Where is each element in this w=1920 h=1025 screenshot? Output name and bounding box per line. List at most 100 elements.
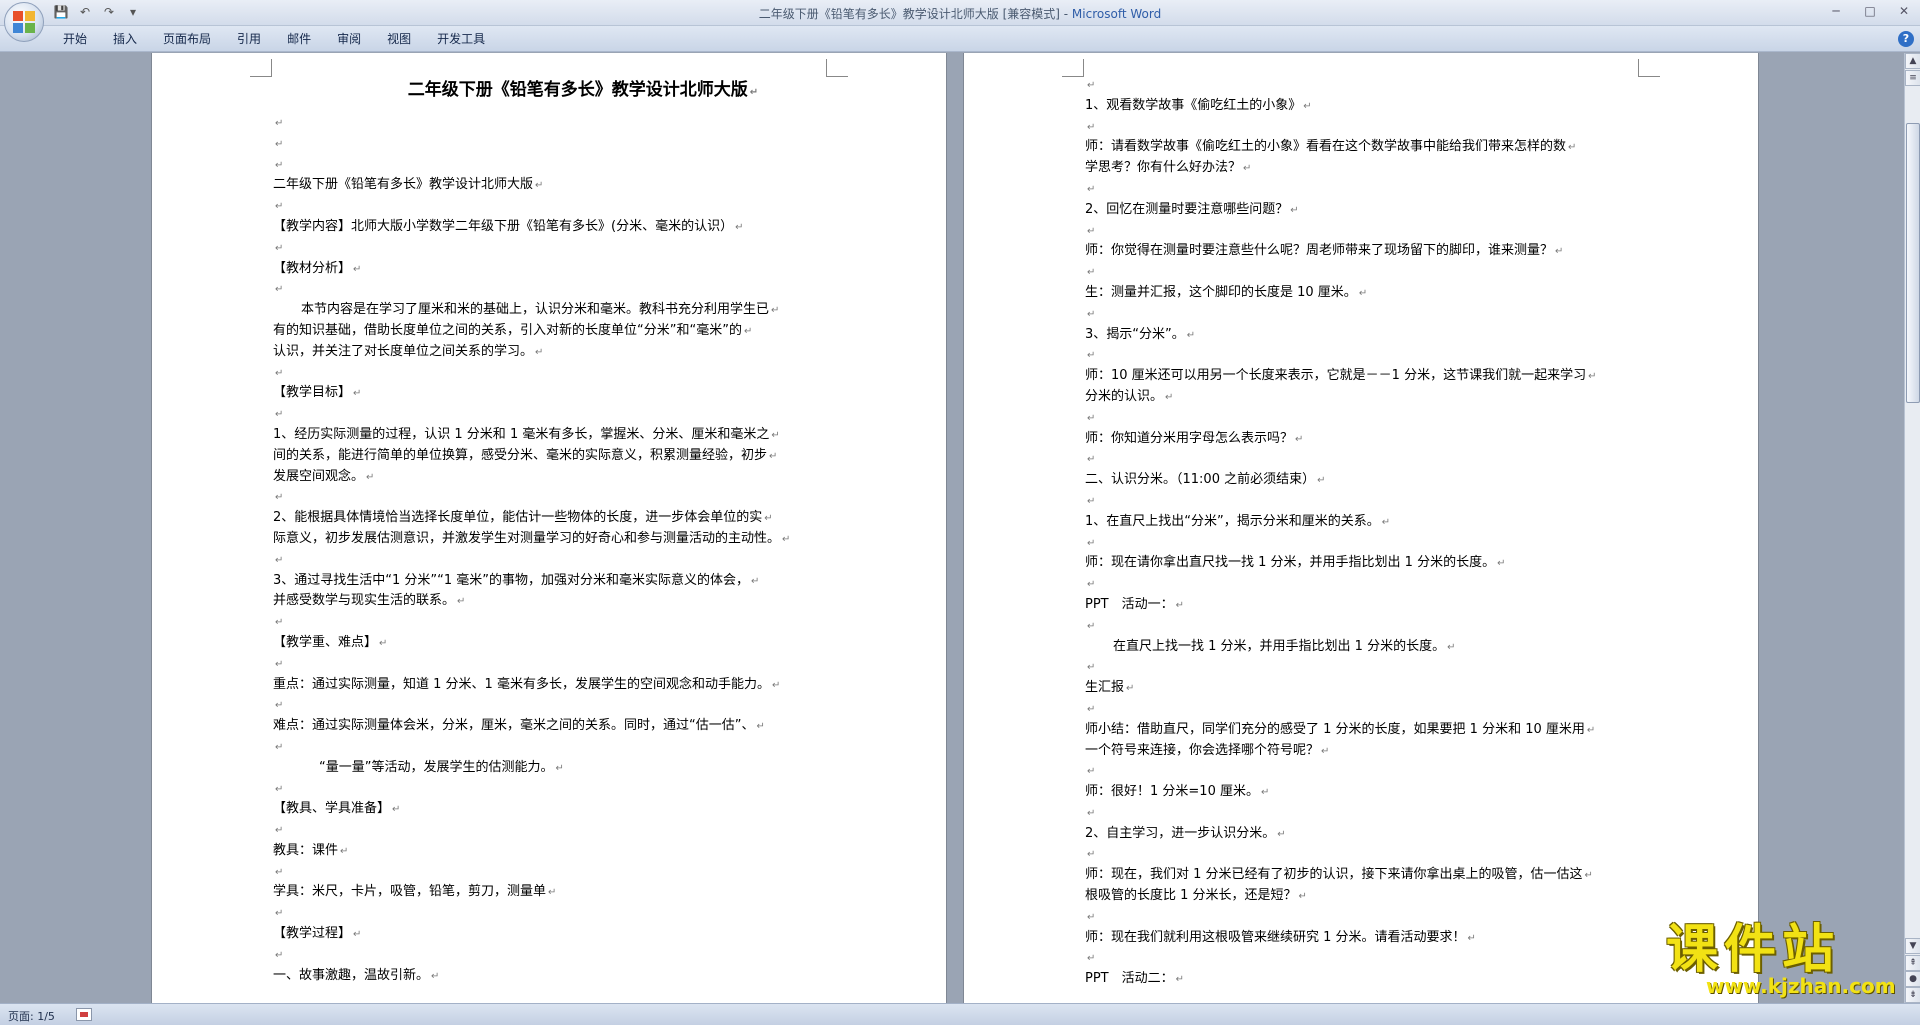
paragraph-mark: ↵ bbox=[275, 658, 284, 670]
text-line: 【教具、学具准备】 ↵ bbox=[273, 799, 833, 820]
paragraph-mark: ↵ bbox=[275, 138, 284, 150]
paragraph-mark: ↵ bbox=[1186, 329, 1196, 341]
tab-1[interactable]: 插入 bbox=[100, 26, 150, 52]
paragraph-mark: ↵ bbox=[1555, 246, 1564, 258]
paragraph-mark: ↵ bbox=[751, 575, 760, 587]
empty-paragraph: ↵ bbox=[1085, 345, 1645, 366]
text-line: 师：你知道分米用字母怎么表示吗？ ↵ bbox=[1085, 429, 1645, 450]
empty-paragraph: ↵ bbox=[273, 945, 833, 966]
paragraph-mark: ↵ bbox=[1087, 807, 1096, 819]
empty-paragraph: ↵ bbox=[273, 695, 833, 716]
paragraph-mark: ↵ bbox=[1087, 662, 1096, 674]
paragraph-mark: ↵ bbox=[275, 617, 284, 629]
paragraph-mark: ↵ bbox=[764, 513, 773, 525]
empty-paragraph: ↵ bbox=[1085, 948, 1645, 969]
empty-paragraph: ↵ bbox=[273, 820, 833, 841]
maximize-button[interactable]: □ bbox=[1860, 3, 1880, 19]
paragraph-mark: ↵ bbox=[1087, 703, 1096, 715]
tab-3[interactable]: 引用 bbox=[224, 26, 274, 52]
paragraph-mark: ↵ bbox=[1586, 724, 1596, 736]
text-line-content: 师小结：借助直尺，同学们充分的感受了 1 分米的长度，如果要把 1 分米和 10… bbox=[1085, 721, 1585, 737]
text-line-content: 【教学重、难点】 bbox=[273, 634, 378, 650]
scroll-thumb[interactable] bbox=[1906, 123, 1920, 403]
proofing-icon[interactable] bbox=[76, 1008, 92, 1021]
paragraph-mark: ↵ bbox=[275, 700, 284, 712]
tab-2[interactable]: 页面布局 bbox=[150, 26, 224, 52]
page-1[interactable]: 二年级下册《铅笔有多长》教学设计北师大版 ↵ ↵ ↵ ↵ 二年级下册《铅笔有多长》教学设… bbox=[151, 53, 947, 1003]
text-line: 根吸管的长度比 1 分米长，还是短？ ↵ bbox=[1085, 886, 1645, 907]
text-line: 3、揭示“分米”。 ↵ bbox=[1085, 325, 1645, 346]
empty-paragraph: ↵ bbox=[1085, 262, 1645, 283]
page-1-content[interactable]: 二年级下册《铅笔有多长》教学设计北师大版 ↵ ↵ ↵ ↵ 二年级下册《铅笔有多长》教学设… bbox=[273, 75, 833, 986]
paragraph-mark: ↵ bbox=[771, 429, 780, 441]
empty-paragraph: ↵ bbox=[1085, 803, 1645, 824]
ruler-toggle-icon[interactable]: ≡ bbox=[1905, 70, 1920, 86]
office-button[interactable] bbox=[4, 2, 44, 42]
text-line: 本节内容是在学习了厘米和米的基础上，认识分米和毫米。教科书充分利用学生已 ↵ bbox=[273, 300, 833, 321]
empty-paragraph: ↵ bbox=[1085, 907, 1645, 928]
text-line-content: 师：你觉得在测量时要注意些什么呢？周老师带来了现场留下的脚印，谁来测量？ bbox=[1085, 243, 1554, 259]
text-line-content: 【教学过程】 bbox=[273, 926, 352, 942]
text-line: 【教学重、难点】 ↵ bbox=[273, 633, 833, 654]
scroll-up-icon[interactable]: ▲ bbox=[1905, 53, 1920, 69]
tab-4[interactable]: 邮件 bbox=[274, 26, 324, 52]
text-line: 师：很好！1 分米=10 厘米。 ↵ bbox=[1085, 782, 1645, 803]
empty-paragraph: ↵ bbox=[1085, 761, 1645, 782]
text-line-content: 1、观看数学故事《偷吃红土的小象》 bbox=[1085, 97, 1302, 113]
help-icon[interactable]: ? bbox=[1898, 31, 1914, 47]
paragraph-mark: ↵ bbox=[1277, 828, 1286, 840]
paragraph-mark: ↵ bbox=[1087, 911, 1096, 923]
tab-0[interactable]: 开始 bbox=[50, 26, 100, 52]
text-line: 二、认识分米。（11:00 之前必须结束） ↵ bbox=[1085, 470, 1645, 491]
empty-paragraph: ↵ bbox=[1085, 574, 1645, 595]
text-line-content: 【教学目标】 bbox=[273, 385, 352, 401]
page-2[interactable]: ↵ 1、观看数学故事《偷吃红土的小象》 ↵ ↵ 师：请看数学故事《偷吃红土的小象》看看在… bbox=[963, 53, 1759, 1003]
empty-paragraph: ↵ bbox=[1085, 657, 1645, 678]
tab-6[interactable]: 视图 bbox=[374, 26, 424, 52]
text-line: 3、通过寻找生活中“1 分米”“1 毫米”的事物，加强对分米和毫米实际意义的体会… bbox=[273, 571, 833, 592]
paragraph-mark: ↵ bbox=[275, 118, 284, 129]
paragraph-mark: ↵ bbox=[1087, 537, 1096, 549]
text-line: 【教材分析】 ↵ bbox=[273, 259, 833, 280]
minimize-button[interactable]: ─ bbox=[1826, 3, 1846, 19]
paragraph-mark: ↵ bbox=[1588, 371, 1597, 383]
text-line-content: 二年级下册《铅笔有多长》教学设计北师大版 bbox=[273, 177, 534, 193]
vertical-scrollbar[interactable]: ▲ ≡ ▼ ⇞ ● ⇟ bbox=[1904, 53, 1920, 1003]
text-line-content: 师：现在，我们对 1 分米已经有了初步的认识，接下来请你拿出桌上的吸管，估一估这 bbox=[1085, 867, 1583, 883]
paragraph-mark: ↵ bbox=[1087, 620, 1096, 632]
paragraph-mark: ↵ bbox=[275, 741, 284, 753]
paragraph-mark: ↵ bbox=[1087, 766, 1096, 778]
text-line: 生：测量并汇报，这个脚印的长度是 10 厘米。 ↵ bbox=[1085, 283, 1645, 304]
browse-object-icon[interactable]: ● bbox=[1905, 971, 1920, 987]
close-button[interactable]: ✕ bbox=[1894, 3, 1914, 19]
paragraph-mark: ↵ bbox=[275, 949, 284, 961]
empty-paragraph: ↵ bbox=[273, 155, 833, 176]
previous-page-icon[interactable]: ⇞ bbox=[1905, 955, 1920, 971]
text-line: 一个符号来连接，你会选择哪个符号呢？ ↵ bbox=[1085, 741, 1645, 762]
tab-7[interactable]: 开发工具 bbox=[424, 26, 498, 52]
text-line: “量一量”等活动，发展学生的估测能力。 ↵ bbox=[273, 758, 833, 779]
paragraph-mark: ↵ bbox=[1381, 516, 1391, 528]
paragraph-mark: ↵ bbox=[1298, 891, 1307, 903]
paragraph-mark: ↵ bbox=[275, 554, 284, 566]
text-line: 并感受数学与现实生活的联系。 ↵ bbox=[273, 591, 833, 612]
next-page-icon[interactable]: ⇟ bbox=[1905, 987, 1920, 1003]
paragraph-mark: ↵ bbox=[392, 804, 401, 816]
text-line-content: 生：测量并汇报，这个脚印的长度是 10 厘米。 bbox=[1085, 284, 1357, 300]
text-line-content: 【教学内容】北师大版小学数学二年级下册《铅笔有多长》(分米、毫米的认识） bbox=[273, 218, 734, 234]
scroll-down-icon[interactable]: ▼ bbox=[1905, 938, 1920, 954]
text-line-content: 际意义，初步发展估测意识，并激发学生对测量学习的好奇心和参与测量活动的主动性。 bbox=[273, 530, 781, 546]
empty-paragraph: ↵ bbox=[273, 363, 833, 384]
page-count[interactable]: 页面: 1/5 bbox=[8, 1008, 55, 1024]
paragraph-mark: ↵ bbox=[275, 409, 284, 421]
text-line-content: 一个符号来连接，你会选择哪个符号呢？ bbox=[1085, 742, 1320, 758]
page-2-content[interactable]: ↵ 1、观看数学故事《偷吃红土的小象》 ↵ ↵ 师：请看数学故事《偷吃红土的小象》看看在… bbox=[1085, 75, 1645, 990]
text-line: 师：现在请你拿出直尺找一找 1 分米，并用手指比划出 1 分米的长度。 ↵ bbox=[1085, 553, 1645, 574]
paragraph-mark: ↵ bbox=[1126, 683, 1135, 695]
text-line: 师小结：借助直尺，同学们充分的感受了 1 分米的长度，如果要把 1 分米和 10… bbox=[1085, 720, 1645, 741]
text-line: 师：你觉得在测量时要注意些什么呢？周老师带来了现场留下的脚印，谁来测量？ ↵ bbox=[1085, 241, 1645, 262]
paragraph-mark: ↵ bbox=[535, 346, 544, 358]
tab-5[interactable]: 审阅 bbox=[324, 26, 374, 52]
text-line-content: 二、认识分米。（11:00 之前必须结束） bbox=[1085, 472, 1316, 488]
paragraph-mark: ↵ bbox=[275, 284, 284, 296]
